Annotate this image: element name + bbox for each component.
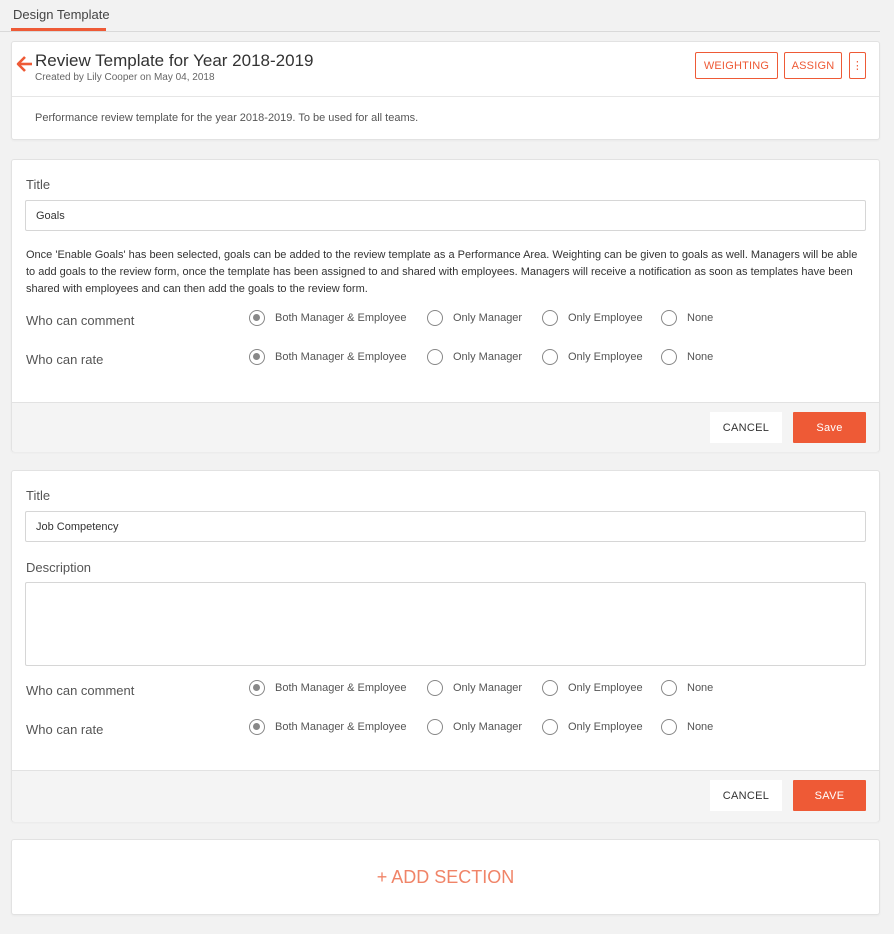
cancel-button[interactable]: CANCEL <box>710 412 782 443</box>
section-footer: CANCEL Save <box>12 402 879 452</box>
radio-empty-icon <box>427 349 443 365</box>
active-tab-indicator <box>11 28 106 31</box>
weighting-button[interactable]: WEIGHTING <box>695 52 778 79</box>
template-header-top: Review Template for Year 2018-2019 Creat… <box>12 42 879 97</box>
template-description: Performance review template for the year… <box>35 112 419 124</box>
radio-none[interactable]: None <box>661 348 713 366</box>
who-can-rate-label: Who can rate <box>26 722 104 737</box>
add-section-button[interactable]: + ADD SECTION <box>11 839 880 915</box>
save-button[interactable]: Save <box>793 412 866 443</box>
radio-none[interactable]: None <box>661 679 713 697</box>
description-label: Description <box>26 560 92 575</box>
description-textarea[interactable] <box>25 582 866 666</box>
radio-none[interactable]: None <box>661 309 713 327</box>
cancel-button[interactable]: CANCEL <box>710 780 782 811</box>
radio-empty-icon <box>427 719 443 735</box>
radio-selected-icon <box>249 680 265 696</box>
assign-button[interactable]: ASSIGN <box>784 52 842 79</box>
save-button[interactable]: SAVE <box>793 780 866 811</box>
radio-none[interactable]: None <box>661 718 713 736</box>
radio-empty-icon <box>542 349 558 365</box>
who-can-rate-label: Who can rate <box>26 352 104 367</box>
radio-only-employee[interactable]: Only Employee <box>542 679 643 697</box>
radio-both-manager-employee[interactable]: Both Manager & Employee <box>249 718 406 736</box>
section-card-goals: Title Goals Once 'Enable Goals' has been… <box>11 159 880 452</box>
title-input[interactable]: Job Competency <box>25 511 866 542</box>
radio-selected-icon <box>249 349 265 365</box>
radio-empty-icon <box>661 349 677 365</box>
radio-empty-icon <box>427 680 443 696</box>
radio-both-manager-employee[interactable]: Both Manager & Employee <box>249 348 406 366</box>
template-header-card: Review Template for Year 2018-2019 Creat… <box>11 41 880 140</box>
radio-empty-icon <box>661 310 677 326</box>
radio-both-manager-employee[interactable]: Both Manager & Employee <box>249 309 406 327</box>
radio-only-manager[interactable]: Only Manager <box>427 718 522 736</box>
radio-only-manager[interactable]: Only Manager <box>427 679 522 697</box>
title-input[interactable]: Goals <box>25 200 866 231</box>
radio-selected-icon <box>249 719 265 735</box>
radio-empty-icon <box>542 310 558 326</box>
radio-only-employee[interactable]: Only Employee <box>542 348 643 366</box>
radio-both-manager-employee[interactable]: Both Manager & Employee <box>249 679 406 697</box>
radio-empty-icon <box>542 680 558 696</box>
radio-empty-icon <box>542 719 558 735</box>
radio-empty-icon <box>661 680 677 696</box>
add-section-label: + ADD SECTION <box>376 866 515 887</box>
goals-info-text: Once 'Enable Goals' has been selected, g… <box>26 249 858 295</box>
page-title: Review Template for Year 2018-2019 <box>35 51 314 70</box>
radio-only-manager[interactable]: Only Manager <box>427 348 522 366</box>
section-footer: CANCEL SAVE <box>12 770 879 822</box>
tab-bar: Design Template <box>0 0 880 32</box>
created-by-text: Created by Lily Cooper on May 04, 2018 <box>35 72 215 83</box>
radio-only-employee[interactable]: Only Employee <box>542 718 643 736</box>
section-card-job-competency: Title Job Competency Description Who can… <box>11 470 880 822</box>
title-label: Title <box>26 488 51 503</box>
who-can-comment-label: Who can comment <box>26 683 135 698</box>
title-label: Title <box>26 177 51 192</box>
radio-selected-icon <box>249 310 265 326</box>
radio-empty-icon <box>661 719 677 735</box>
more-options-icon[interactable]: ⋮ <box>849 52 866 79</box>
tab-design-template[interactable]: Design Template <box>11 0 112 31</box>
who-can-comment-label: Who can comment <box>26 313 135 328</box>
radio-only-manager[interactable]: Only Manager <box>427 309 522 327</box>
radio-empty-icon <box>427 310 443 326</box>
back-arrow-icon[interactable] <box>16 55 34 73</box>
radio-only-employee[interactable]: Only Employee <box>542 309 643 327</box>
